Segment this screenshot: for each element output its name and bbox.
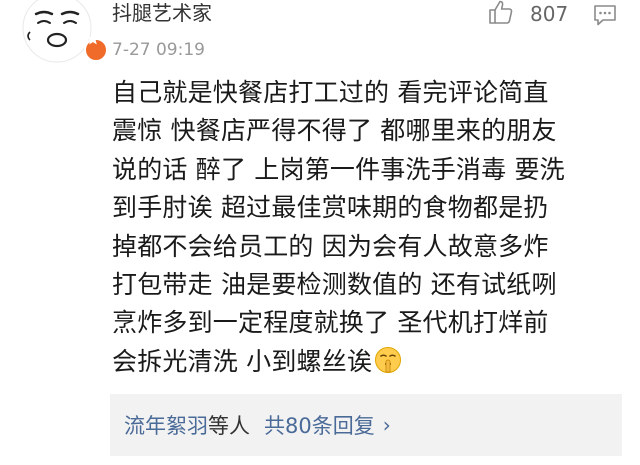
comment-line: 到手肘诶 超过最佳赏味期的食物都是扔	[112, 193, 549, 223]
reply-etc-text: 等人	[208, 414, 250, 438]
shushing-face-emoji-icon	[374, 346, 402, 385]
avatar[interactable]	[22, 0, 108, 63]
comment-bubble-icon[interactable]	[592, 2, 618, 32]
comment-text: 自己就是快餐店打工过的 看完评论简直 震惊 快餐店严得不得了 都哪里来的朋友 说…	[112, 74, 622, 385]
chevron-right-icon: ›	[382, 413, 391, 437]
sleepy-face-icon	[22, 0, 92, 63]
like-count: 807	[530, 2, 569, 26]
comment-last-line: 会拆光清洗 小到螺丝诶	[112, 343, 622, 385]
username[interactable]: 抖腿艺术家	[112, 0, 212, 26]
comment-line: 烹炸多到一定程度就换了 圣代机打烊前	[112, 308, 549, 338]
vip-badge-icon	[84, 33, 108, 62]
comment-line: 震惊 快餐店严得不得了 都哪里来的朋友	[112, 116, 557, 146]
comment-line: 自己就是快餐店打工过的 看完评论简直	[112, 78, 549, 107]
thumbs-up-icon	[488, 0, 514, 29]
reply-user-link[interactable]: 流年絮羽	[124, 410, 208, 440]
comment-line: 说的话 醉了 上岗第一件事洗手消毒 要洗	[112, 154, 565, 184]
comment-line: 会拆光清洗 小到螺丝诶	[112, 346, 373, 376]
comment-line: 打包带走 油是要检测数值的 还有试纸咧	[112, 270, 557, 300]
timestamp: 7-27 09:19	[112, 40, 205, 60]
like-button[interactable]: 807	[488, 0, 568, 28]
replies-summary[interactable]: 流年絮羽 等人 共80条回复 ›	[110, 394, 622, 456]
reply-count-link[interactable]: 共80条回复	[264, 410, 375, 440]
comment-line: 掉都不会给员工的 因为会有人故意多炸	[112, 231, 549, 261]
